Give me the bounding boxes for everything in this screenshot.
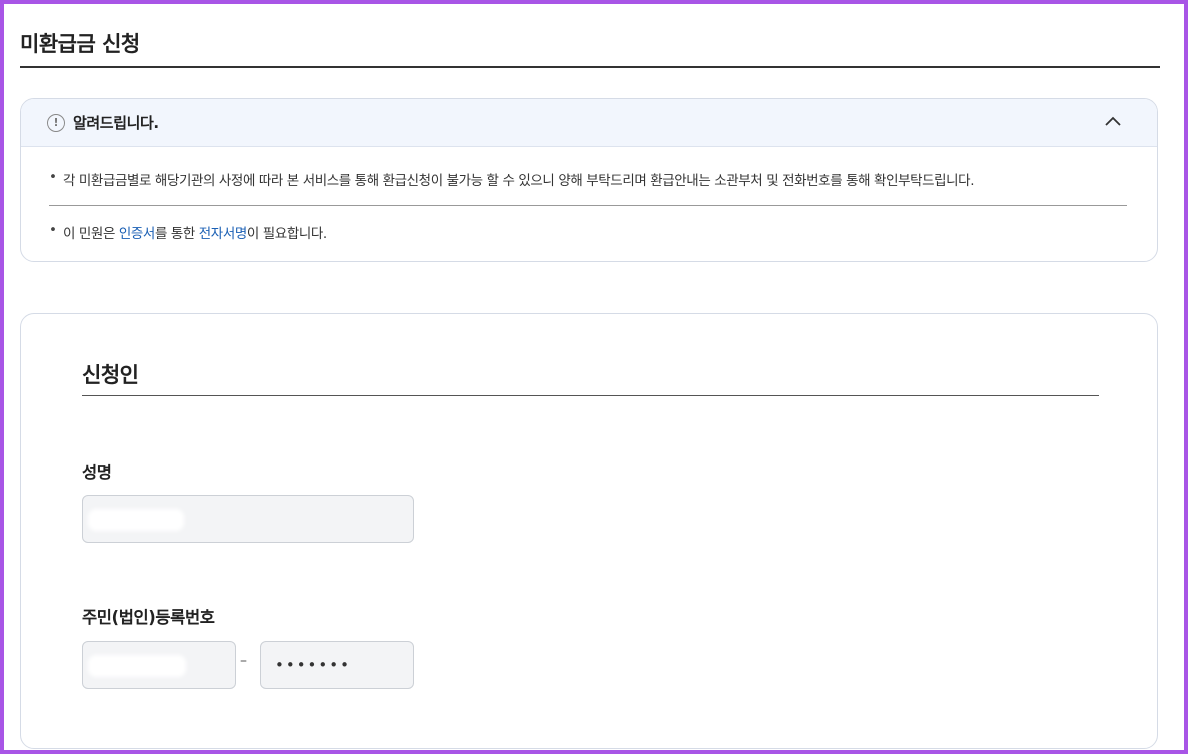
chevron-up-icon[interactable]	[1103, 112, 1123, 132]
redaction-mask	[88, 509, 184, 531]
notice-item-service: 각 미환급금별로 해당기관의 사정에 따라 본 서비스를 통해 환급신청이 불가…	[49, 169, 1127, 189]
notice-divider	[49, 205, 1127, 206]
rrn-separator: –	[240, 653, 247, 669]
rrn-back-input[interactable]	[260, 641, 414, 689]
notice-title: 알려드립니다.	[73, 114, 159, 132]
section-divider	[82, 395, 1099, 396]
info-icon: !	[47, 113, 65, 132]
rrn-label: 주민(법인)등록번호	[82, 608, 215, 627]
notice-item-signature: 이 민원은 인증서를 통한 전자서명이 필요합니다.	[49, 222, 1127, 242]
page: 미환급금 신청 ! 알려드립니다. 각 미환급금별로 해당기관의 사정에 따라 …	[4, 4, 1184, 750]
applicant-form: 신청인 성명 주민(법인)등록번호 –	[20, 313, 1158, 749]
title-divider	[20, 66, 1160, 68]
notice-text: 이 민원은	[63, 226, 119, 242]
e-signature-link[interactable]: 전자서명	[199, 226, 247, 242]
notice-panel: ! 알려드립니다. 각 미환급금별로 해당기관의 사정에 따라 본 서비스를 통…	[20, 98, 1158, 262]
page-title: 미환급금 신청	[20, 32, 140, 56]
certificate-link[interactable]: 인증서	[119, 226, 155, 242]
redaction-mask	[88, 655, 186, 677]
notice-header[interactable]: ! 알려드립니다.	[21, 99, 1157, 147]
section-title: 신청인	[82, 363, 139, 387]
notice-text: 이 필요합니다.	[246, 226, 327, 242]
notice-text: 를 통한	[154, 226, 199, 242]
notice-body: 각 미환급금별로 해당기관의 사정에 따라 본 서비스를 통해 환급신청이 불가…	[21, 169, 1157, 242]
name-label: 성명	[82, 463, 112, 482]
